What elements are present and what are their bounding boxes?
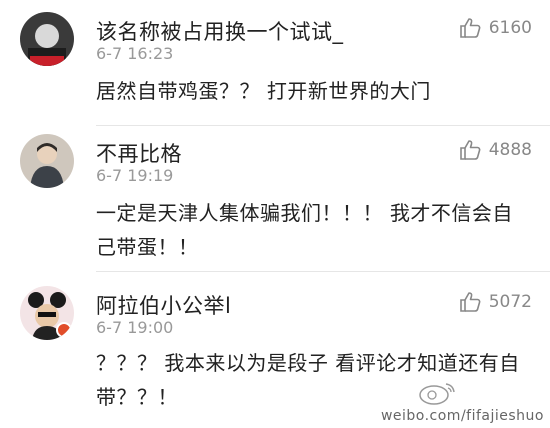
comment-time: 6-7 16:23 [96, 44, 174, 63]
watermark-text: weibo.com/fifajieshuo [380, 408, 544, 424]
comment-1: 该名称被占用换一个试试_ 6-7 16:23 6160 居然自带鸡蛋？？ 打开新… [0, 0, 550, 126]
like-count: 4888 [488, 140, 532, 160]
like-button[interactable]: 4888 [459, 140, 532, 160]
comment-text: 居然自带鸡蛋？？ 打开新世界的大门 [96, 79, 431, 103]
user-avatar[interactable] [20, 286, 74, 340]
weibo-logo-icon [419, 383, 455, 405]
username[interactable]: 阿拉伯小公举l [96, 290, 231, 320]
comment-text: 一定是天津人集体骗我们！！！ 我才不信会自己带蛋！！ [96, 201, 513, 259]
user-avatar[interactable] [20, 12, 74, 66]
thumbs-up-icon [459, 292, 481, 312]
like-count: 5072 [488, 292, 532, 312]
like-button[interactable]: 6160 [459, 18, 532, 38]
thumbs-up-icon [459, 140, 481, 160]
avatar-image [20, 134, 74, 188]
avatar-image [20, 12, 74, 66]
like-button[interactable]: 5072 [459, 292, 532, 312]
user-avatar[interactable] [20, 134, 74, 188]
username[interactable]: 不再比格 [96, 138, 182, 168]
comment-3: 阿拉伯小公举l 6-7 19:00 5072 ？？？ 我本来以为是段子 看评论才… [0, 272, 550, 428]
comment-time: 6-7 19:00 [96, 318, 174, 337]
username[interactable]: 该名称被占用换一个试试_ [96, 16, 344, 46]
like-count: 6160 [488, 18, 532, 38]
comment-time: 6-7 19:19 [96, 166, 174, 185]
comment-2: 不再比格 6-7 19:19 4888 一定是天津人集体骗我们！！！ 我才不信会… [0, 126, 550, 272]
comment-text: ？？？ 我本来以为是段子 看评论才知道还有自带？？！ [96, 351, 520, 409]
avatar-image [20, 286, 74, 340]
thumbs-up-icon [459, 18, 481, 38]
